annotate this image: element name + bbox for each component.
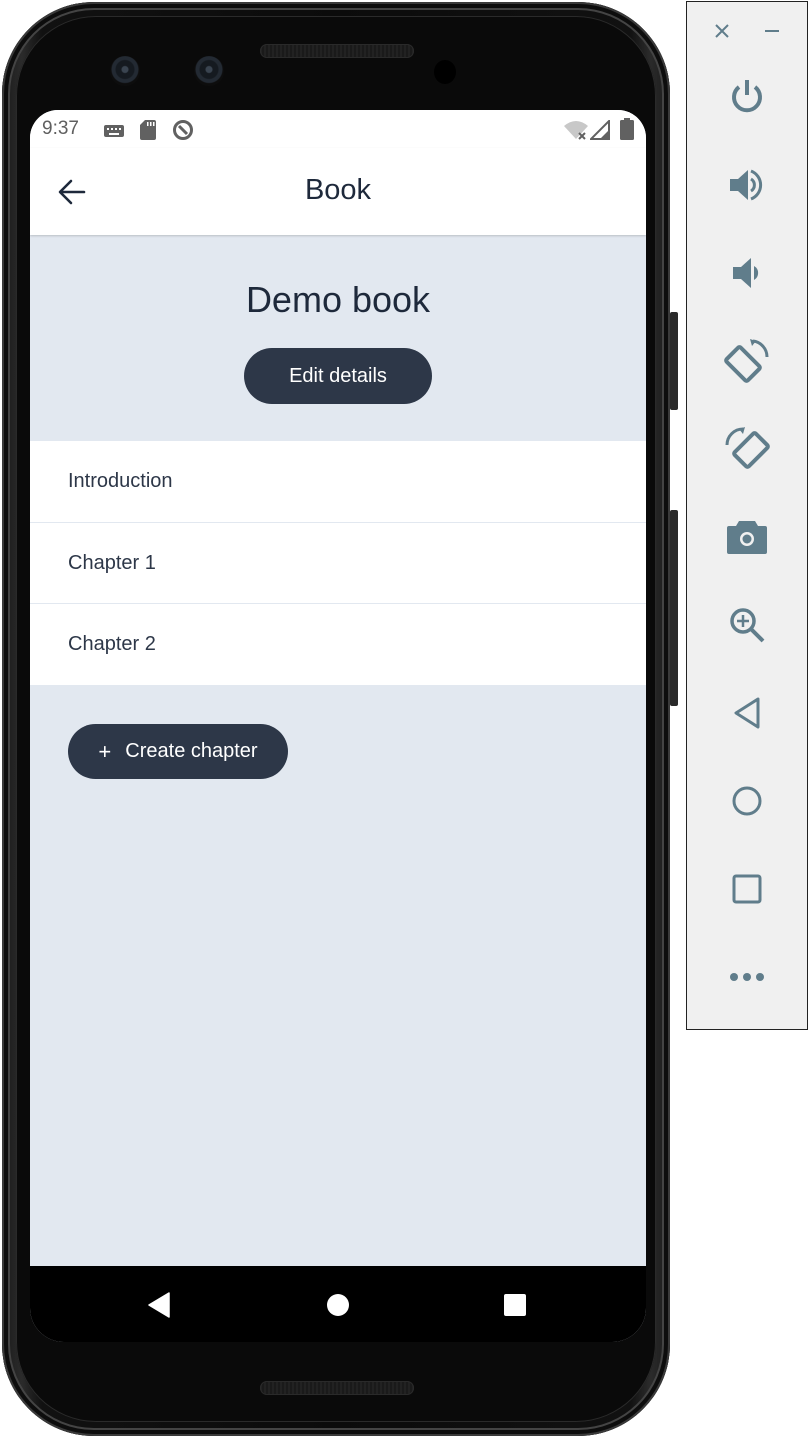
chapter-item-chapter-2[interactable]: Chapter 2: [30, 604, 646, 685]
emulator-back-button[interactable]: [687, 683, 807, 743]
create-chapter-label: Create chapter: [125, 740, 258, 762]
emulator-zoom-button[interactable]: [687, 595, 807, 655]
cellular-signal-icon: [588, 118, 610, 146]
chapter-list: Introduction Chapter 1 Chapter 2: [30, 441, 646, 685]
back-icon: [734, 697, 760, 729]
device-screen: 9:37 Book Demo book Edit details Introdu…: [30, 110, 646, 1342]
volume-up-icon: [730, 169, 763, 201]
overview-icon: [732, 874, 762, 904]
keyboard-icon: [104, 122, 124, 144]
sd-card-icon: [140, 120, 156, 146]
emulator-close-button[interactable]: [707, 16, 737, 46]
recents-icon: [504, 1294, 526, 1316]
rotate-right-icon: [725, 427, 770, 469]
emulator-minimize-button[interactable]: [757, 16, 787, 46]
chapter-item-chapter-1[interactable]: Chapter 1: [30, 523, 646, 604]
zoom-icon: [730, 608, 765, 643]
wifi-off-icon: [564, 120, 588, 146]
emulator-overview-button[interactable]: [687, 859, 807, 919]
phone-volume-button[interactable]: [670, 510, 678, 706]
emulator-more-button[interactable]: [687, 947, 807, 1007]
emulator-home-button[interactable]: [687, 771, 807, 831]
emulator-rotate-left-button[interactable]: [687, 331, 807, 391]
close-icon: [715, 24, 729, 38]
page-title: Book: [304, 174, 372, 206]
nav-recents-button[interactable]: [500, 1290, 530, 1320]
more-icon: [730, 973, 764, 981]
emulator-toolbar: [686, 1, 808, 1030]
emulator-volume-up-button[interactable]: [687, 155, 807, 215]
status-bar: 9:37: [30, 110, 646, 148]
emulator-rotate-right-button[interactable]: [687, 419, 807, 479]
book-header: Demo book Edit details: [30, 235, 646, 441]
home-icon: [327, 1294, 349, 1316]
home-icon: [732, 786, 762, 816]
bottom-speaker: [260, 1381, 414, 1395]
book-title: Demo book: [245, 279, 431, 320]
emulator-volume-down-button[interactable]: [687, 243, 807, 303]
emulator-screenshot-button[interactable]: [687, 507, 807, 567]
minimize-icon: [765, 30, 779, 32]
plus-icon: +: [98, 738, 112, 764]
status-time: 9:37: [42, 118, 79, 139]
emulator-power-button[interactable]: [687, 67, 807, 127]
app-bar: Book: [30, 148, 646, 235]
phone-power-button[interactable]: [670, 312, 678, 410]
front-camera-right: [194, 56, 224, 86]
front-camera-left: [110, 56, 140, 86]
chapter-item-introduction[interactable]: Introduction: [30, 441, 646, 523]
battery-icon: [620, 118, 634, 146]
create-chapter-button[interactable]: + Create chapter: [68, 724, 288, 779]
nav-home-button[interactable]: [323, 1290, 353, 1320]
camera-icon: [727, 521, 767, 554]
rotate-left-icon: [724, 339, 769, 383]
volume-down-icon: [733, 258, 759, 288]
earpiece-speaker: [260, 44, 414, 58]
power-icon: [732, 80, 762, 113]
proximity-sensor: [434, 60, 456, 84]
back-icon: [148, 1292, 170, 1318]
system-nav-bar: [30, 1266, 646, 1342]
nav-back-button[interactable]: [144, 1290, 174, 1320]
edit-details-button[interactable]: Edit details: [244, 348, 432, 404]
data-saver-icon: [172, 119, 194, 147]
